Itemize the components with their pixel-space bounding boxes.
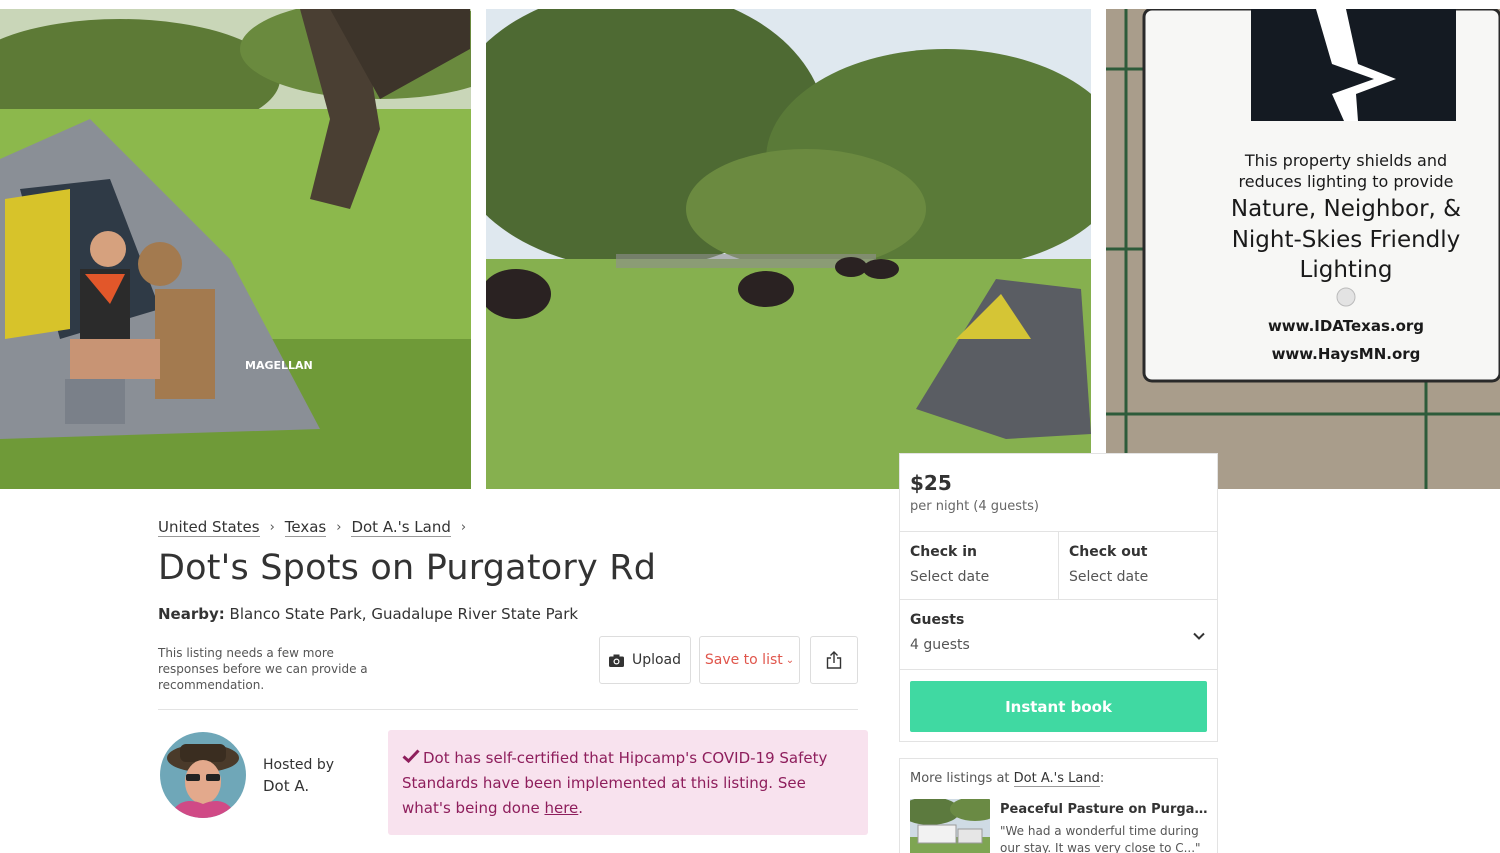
check-out-field[interactable]: Check out Select date [1058,532,1216,599]
sign-line-3: Nature, Neighbor, & [1231,196,1461,222]
more-listings-title: More listings at Dot A.'s Land: [910,771,1105,787]
covid-safety-notice: Dot has self-certified that Hipcamp's CO… [388,730,868,835]
listing-name[interactable]: Peaceful Pasture on Purgat... [1000,802,1210,817]
chevron-right-icon: › [269,520,275,535]
save-label: Save to list [704,652,783,668]
breadcrumb: United States › Texas › Dot A.'s Land › [158,518,476,537]
recommendation-note: This listing needs a few more responses … [158,646,368,692]
page-title: Dot's Spots on Purgatory Rd [158,548,657,588]
breadcrumb-texas[interactable]: Texas [284,518,327,537]
more-listings-prefix: More listings at [910,771,1014,786]
listing-review-quote: "We had a wonderful time during our stay… [1000,824,1201,853]
nearby-label: Nearby: [158,605,225,623]
check-out-label: Check out [1069,544,1148,560]
chevron-down-icon: ⌄ [785,654,795,666]
breadcrumb-united-states[interactable]: United States [158,518,260,537]
booking-widget: $25 per night (4 guests) Check in Select… [899,453,1218,742]
guests-select[interactable]: Guests 4 guests [900,600,1217,670]
chevron-right-icon: › [460,520,467,535]
check-in-label: Check in [910,544,977,560]
gallery-photo-dark-sky-sign[interactable]: This property shields and reduces lighti… [1106,9,1500,489]
save-to-list-button[interactable]: Save to list ⌄ [699,636,800,684]
sign-line-1: This property shields and [1244,151,1447,170]
date-selector: Check in Select date Check out Select da… [900,531,1217,600]
sign-line-6: www.IDATexas.org [1268,317,1424,335]
upload-button[interactable]: Upload [599,636,691,684]
camera-icon [608,654,624,667]
instant-book-button[interactable]: Instant book [910,681,1207,732]
nearby-line: Nearby: Blanco State Park, Guadalupe Riv… [158,605,578,623]
sign-line-2: reduces lighting to provide [1239,172,1454,191]
section-divider [158,709,858,710]
more-listings-host-link[interactable]: Dot A.'s Land [1013,771,1100,787]
covid-details-link[interactable]: here [544,799,578,817]
check-in-field[interactable]: Check in Select date [900,532,1058,599]
share-icon [826,651,842,669]
checkmark-icon [402,746,420,771]
sign-line-5: Lighting [1300,257,1393,283]
tent-brand-label: MAGELLAN [245,359,313,372]
check-out-value: Select date [1069,569,1149,585]
upload-label: Upload [631,652,682,668]
guests-label: Guests [910,612,965,628]
covid-notice-end: . [578,799,584,817]
sign-line-4: Night-Skies Friendly [1232,227,1461,253]
sign-line-7: www.HaysMN.org [1272,345,1421,363]
chevron-down-icon [1193,629,1205,643]
host-avatar[interactable] [160,732,246,818]
gallery-photo-tent-woman-dog[interactable]: MAGELLAN [0,9,471,489]
nightly-price: $25 [910,471,952,495]
more-listings-suffix: : [1099,771,1105,786]
listing-thumbnail[interactable] [910,799,990,853]
price-unit: per night (4 guests) [910,499,1039,514]
guests-value: 4 guests [910,637,970,653]
host-name[interactable]: Dot A. [263,777,309,795]
chevron-right-icon: › [336,520,342,535]
share-button[interactable] [810,636,858,684]
hosted-by-label: Hosted by [263,757,334,773]
breadcrumb-dots-land[interactable]: Dot A.'s Land [351,518,451,537]
nearby-parks: Blanco State Park, Guadalupe River State… [229,605,579,623]
covid-notice-text: Dot has self-certified that Hipcamp's CO… [402,749,828,817]
more-listings-card: More listings at Dot A.'s Land: Peaceful… [899,758,1218,853]
gallery-photo-pasture-cattle[interactable] [486,9,1091,489]
check-in-value: Select date [910,569,990,585]
